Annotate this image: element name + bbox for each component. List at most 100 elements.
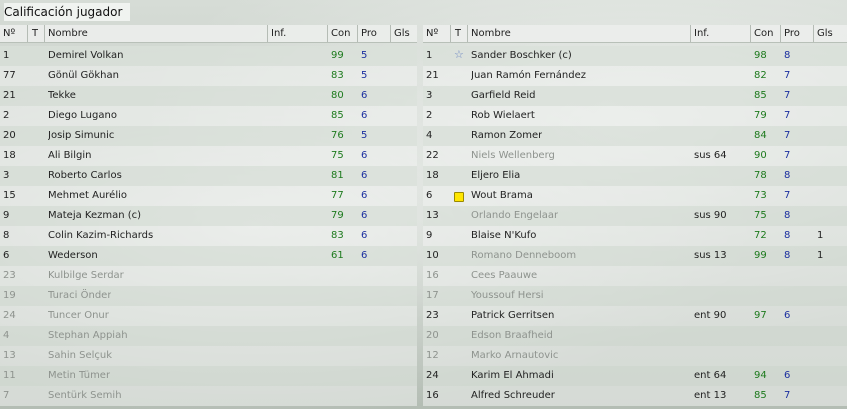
player-row[interactable]: 16 Cees Paauwe — [423, 266, 847, 286]
player-name[interactable]: Rob Wielaert — [471, 106, 535, 126]
player-name[interactable]: Marko Arnautovic — [471, 346, 558, 366]
player-row[interactable]: 4 Ramon Zomer 84 7 — [423, 126, 847, 146]
player-con: 85 — [754, 90, 767, 101]
player-row[interactable]: 6 Wederson 61 6 — [0, 246, 417, 266]
player-num: 6 — [3, 250, 10, 261]
player-row[interactable]: 2 Rob Wielaert 79 7 — [423, 106, 847, 126]
player-name[interactable]: Romano Denneboom — [471, 246, 576, 266]
player-con: 97 — [754, 310, 767, 321]
player-row[interactable]: 6 Wout Brama 73 7 — [423, 186, 847, 206]
player-row[interactable]: 9 Mateja Kezman (c) 79 6 — [0, 206, 417, 226]
player-row[interactable]: 10 Romano Denneboom sus 13 99 8 1 — [423, 246, 847, 266]
player-row[interactable]: 23 Kulbilge Serdar — [0, 266, 417, 286]
player-row[interactable]: 4 Stephan Appiah — [0, 326, 417, 346]
player-name[interactable]: Roberto Carlos — [48, 166, 122, 186]
col-t-header[interactable]: T — [27, 25, 38, 42]
player-name[interactable]: Tuncer Onur — [48, 306, 109, 326]
player-num: 2 — [3, 110, 10, 121]
player-row[interactable]: 20 Edson Braafheid — [423, 326, 847, 346]
player-row[interactable]: 77 Gönül Gökhan 83 5 — [0, 66, 417, 86]
player-row[interactable]: 11 Metin Tümer — [0, 366, 417, 386]
col-num-header[interactable]: Nº — [426, 25, 438, 42]
player-row[interactable]: 8 Colin Kazim-Richards 83 6 — [0, 226, 417, 246]
yellow-card-icon — [454, 192, 464, 202]
player-con: 84 — [754, 130, 767, 141]
col-con-header[interactable]: Con — [750, 25, 773, 42]
player-row[interactable]: 1 Demirel Volkan 99 5 — [0, 46, 417, 66]
player-row[interactable]: 3 Roberto Carlos 81 6 — [0, 166, 417, 186]
player-name[interactable]: Niels Wellenberg — [471, 146, 555, 166]
player-row[interactable]: 24 Karim El Ahmadi ent 64 94 6 — [423, 366, 847, 386]
player-row[interactable]: 1 ☆ Sander Boschker (c) 98 8 — [423, 46, 847, 66]
player-name[interactable]: Ali Bilgin — [48, 146, 91, 166]
player-row[interactable]: 16 Alfred Schreuder ent 13 85 7 — [423, 386, 847, 406]
col-t-header[interactable]: T — [450, 25, 461, 42]
player-name[interactable]: Mehmet Aurélio — [48, 186, 127, 206]
col-inf-header[interactable]: Inf. — [267, 25, 286, 42]
player-num: 2 — [426, 110, 433, 121]
player-row[interactable]: 21 Tekke 80 6 — [0, 86, 417, 106]
player-name[interactable]: Blaise N'Kufo — [471, 226, 536, 246]
player-row[interactable]: 13 Sahin Selçuk — [0, 346, 417, 366]
player-row[interactable]: 13 Orlando Engelaar sus 90 75 8 — [423, 206, 847, 226]
right-team-panel: Nº T Nombre Inf. Con Pro Gls 1 ☆ Sander Bo… — [423, 25, 847, 406]
player-name[interactable]: Sahin Selçuk — [48, 346, 112, 366]
player-row[interactable]: 15 Mehmet Aurélio 77 6 — [0, 186, 417, 206]
col-pro-header[interactable]: Pro — [780, 25, 800, 42]
player-num: 77 — [3, 70, 16, 81]
player-name[interactable]: Stephan Appiah — [48, 326, 128, 346]
player-name[interactable]: Juan Ramón Fernández — [471, 66, 586, 86]
player-row[interactable]: 23 Patrick Gerritsen ent 90 97 6 — [423, 306, 847, 326]
player-row[interactable]: 12 Marko Arnautovic — [423, 346, 847, 366]
player-name[interactable]: Mateja Kezman (c) — [48, 206, 141, 226]
player-row[interactable]: 19 Turaci Önder — [0, 286, 417, 306]
player-name[interactable]: Kulbilge Serdar — [48, 266, 124, 286]
player-row[interactable]: 9 Blaise N'Kufo 72 8 1 — [423, 226, 847, 246]
player-name[interactable]: Sander Boschker (c) — [471, 46, 572, 66]
player-name[interactable]: Wederson — [48, 246, 98, 266]
player-name[interactable]: Diego Lugano — [48, 106, 117, 126]
player-name[interactable]: Edson Braafheid — [471, 326, 553, 346]
player-row[interactable]: 3 Garfield Reid 85 7 — [423, 86, 847, 106]
player-row[interactable]: 17 Youssouf Hersi — [423, 286, 847, 306]
player-row[interactable]: 18 Eljero Elia 78 8 — [423, 166, 847, 186]
player-row[interactable]: 22 Niels Wellenberg sus 64 90 7 — [423, 146, 847, 166]
player-name[interactable]: Eljero Elia — [471, 166, 520, 186]
player-name[interactable]: Turaci Önder — [48, 286, 111, 306]
col-name-header[interactable]: Nombre — [467, 25, 511, 42]
player-name[interactable]: Demirel Volkan — [48, 46, 123, 66]
player-name[interactable]: Tekke — [48, 86, 76, 106]
player-pro: 8 — [784, 210, 791, 221]
player-row[interactable]: 2 Diego Lugano 85 6 — [0, 106, 417, 126]
col-gls-header[interactable]: Gls — [813, 25, 833, 42]
col-num-header[interactable]: Nº — [3, 25, 15, 42]
player-name[interactable]: Ramon Zomer — [471, 126, 542, 146]
col-name-header[interactable]: Nombre — [44, 25, 88, 42]
player-name[interactable]: Youssouf Hersi — [471, 286, 544, 306]
player-name[interactable]: Cees Paauwe — [471, 266, 537, 286]
player-name[interactable]: Josip Simunic — [48, 126, 114, 146]
col-gls-header[interactable]: Gls — [390, 25, 410, 42]
player-name[interactable]: Sentürk Semih — [48, 386, 122, 406]
player-name[interactable]: Patrick Gerritsen — [471, 306, 554, 326]
player-name[interactable]: Alfred Schreuder — [471, 386, 555, 406]
player-row[interactable]: 18 Ali Bilgin 75 6 — [0, 146, 417, 166]
col-con-header[interactable]: Con — [327, 25, 350, 42]
player-pro: 7 — [784, 70, 791, 81]
player-name[interactable]: Colin Kazim-Richards — [48, 226, 153, 246]
player-pro: 7 — [784, 110, 791, 121]
left-team-panel: Nº T Nombre Inf. Con Pro Gls 1 Demirel Vo… — [0, 25, 417, 406]
col-pro-header[interactable]: Pro — [357, 25, 377, 42]
player-row[interactable]: 21 Juan Ramón Fernández 82 7 — [423, 66, 847, 86]
player-name[interactable]: Metin Tümer — [48, 366, 110, 386]
player-pro: 6 — [361, 230, 368, 241]
player-name[interactable]: Gönül Gökhan — [48, 66, 119, 86]
player-name[interactable]: Garfield Reid — [471, 86, 536, 106]
player-name[interactable]: Orlando Engelaar — [471, 206, 558, 226]
player-row[interactable]: 20 Josip Simunic 76 5 — [0, 126, 417, 146]
col-inf-header[interactable]: Inf. — [690, 25, 709, 42]
player-row[interactable]: 24 Tuncer Onur — [0, 306, 417, 326]
player-name[interactable]: Karim El Ahmadi — [471, 366, 554, 386]
player-name[interactable]: Wout Brama — [471, 186, 533, 206]
player-row[interactable]: 7 Sentürk Semih — [0, 386, 417, 406]
